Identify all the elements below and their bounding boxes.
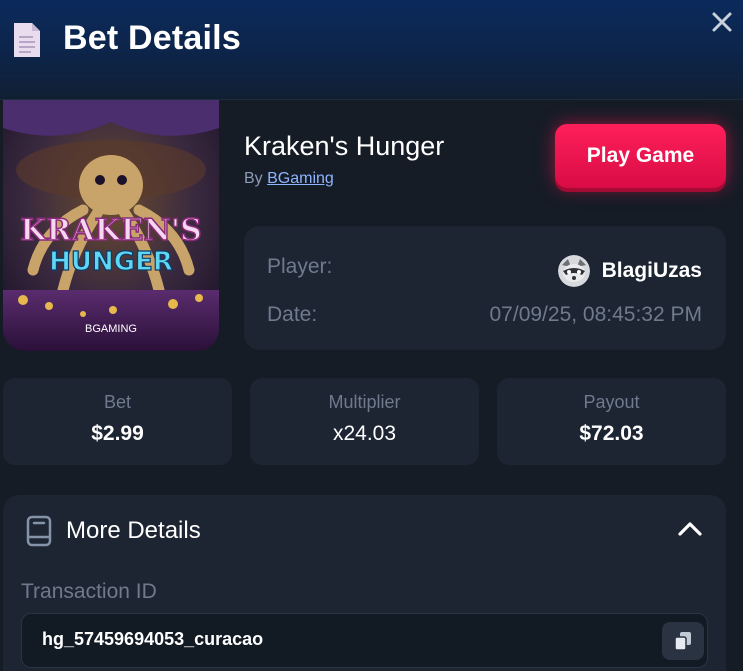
cover-title-line1: KRAKEN'S bbox=[20, 213, 202, 248]
payout-value: $72.03 bbox=[579, 422, 644, 445]
provider-prefix: By bbox=[244, 170, 263, 187]
date-label: Date: bbox=[267, 303, 318, 326]
transaction-id-value: hg_57459694053_curacao bbox=[42, 629, 264, 649]
copy-icon bbox=[674, 632, 691, 651]
avatar bbox=[557, 255, 590, 287]
transaction-id-label: Transaction ID bbox=[21, 580, 157, 603]
provider-link[interactable]: BGaming bbox=[267, 170, 334, 187]
close-button[interactable] bbox=[708, 8, 736, 36]
cover-brand: BGAMING bbox=[85, 323, 137, 335]
bet-stat-card: Bet $2.99 bbox=[3, 378, 232, 465]
multiplier-label: Multiplier bbox=[328, 392, 401, 412]
book-icon bbox=[26, 515, 52, 547]
bet-info-card: Player: BlagiUzas Date: 07/09/25, 08:45:… bbox=[244, 226, 726, 350]
bet-value: $2.99 bbox=[91, 422, 144, 445]
bet-label: Bet bbox=[103, 392, 132, 412]
chevron-up-icon[interactable] bbox=[677, 519, 703, 539]
player-value[interactable]: BlagiUzas bbox=[557, 255, 702, 287]
modal-header: Bet Details bbox=[0, 0, 743, 100]
close-icon bbox=[712, 12, 732, 32]
game-cover-image[interactable]: KRAKEN'S HUNGER BGAMING bbox=[3, 100, 219, 351]
multiplier-stat-card: Multiplier x24.03 bbox=[250, 378, 479, 465]
payout-label: Payout bbox=[583, 392, 640, 412]
copy-button[interactable] bbox=[662, 622, 704, 660]
transaction-id-field[interactable]: hg_57459694053_curacao bbox=[21, 613, 708, 668]
play-game-button[interactable]: Play Game bbox=[555, 124, 726, 188]
provider-line: By BGaming bbox=[244, 170, 334, 188]
page-title: Bet Details bbox=[63, 19, 241, 57]
multiplier-value: x24.03 bbox=[332, 422, 397, 445]
more-details-panel: More Details Transaction ID hg_574596940… bbox=[3, 495, 726, 671]
date-value: 07/09/25, 08:45:32 PM bbox=[489, 303, 703, 326]
more-details-title: More Details bbox=[66, 517, 201, 544]
game-title: Kraken's Hunger bbox=[244, 131, 445, 161]
cover-title-line2: HUNGER bbox=[49, 247, 173, 277]
kraken-artwork: KRAKEN'S HUNGER BGAMING bbox=[3, 100, 219, 351]
player-name: BlagiUzas bbox=[601, 259, 702, 282]
player-label: Player: bbox=[267, 255, 333, 278]
payout-stat-card: Payout $72.03 bbox=[497, 378, 726, 465]
document-icon bbox=[14, 23, 40, 57]
